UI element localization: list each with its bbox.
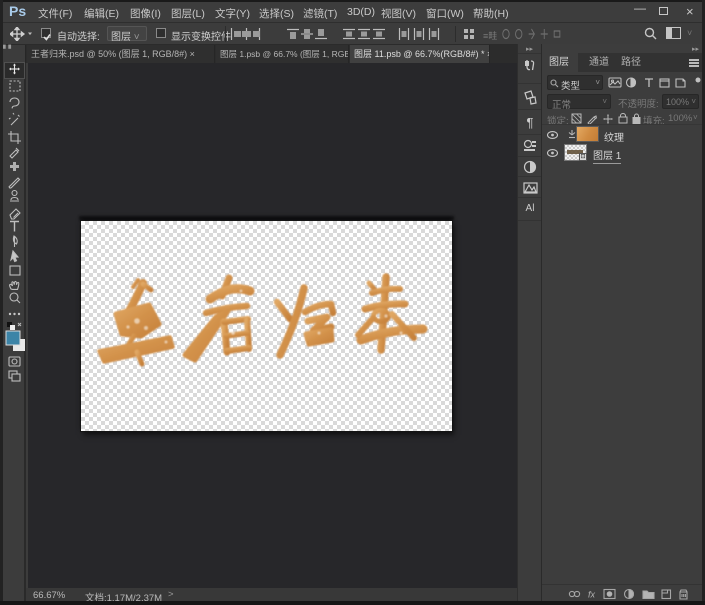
svg-text:fx: fx xyxy=(588,590,596,600)
